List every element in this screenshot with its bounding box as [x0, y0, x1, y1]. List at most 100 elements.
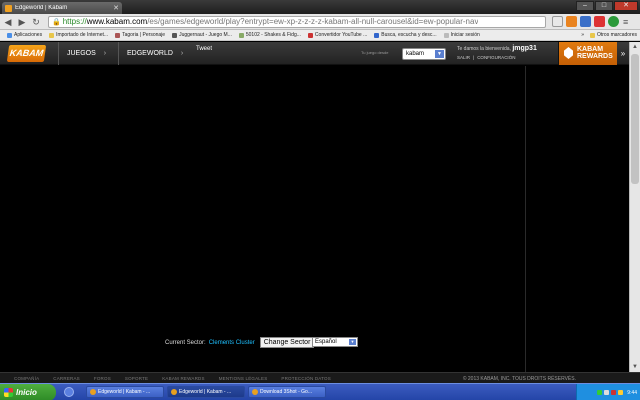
footer-link[interactable]: FOROS — [94, 376, 111, 381]
current-sector-label: Current Sector: — [165, 339, 206, 346]
bookmark-item[interactable]: Aplicaciones — [7, 32, 42, 38]
browser-tab[interactable]: Edgeworld | Kabam ✕ — [2, 2, 122, 14]
bookmark-item[interactable]: Tagoria | Personaje — [115, 32, 165, 38]
reload-icon[interactable]: ↻ — [30, 16, 42, 28]
nav-juegos[interactable]: JUEGOS › — [58, 42, 118, 65]
welcome-text: Te damos la bienvenida, jmgp31 — [457, 45, 537, 52]
bookmark-item[interactable]: Juggernaut - Juego M... — [172, 32, 232, 38]
current-sector-value[interactable]: Clements Cluster — [209, 340, 255, 346]
page-footer: COMPAÑÍA CARRERAS FOROS SOPORTE KABAM RE… — [0, 372, 640, 383]
kabam-favicon-icon — [5, 4, 12, 12]
scroll-down-icon[interactable]: ▼ — [630, 362, 640, 372]
footer-link[interactable]: CARRERAS — [53, 376, 80, 381]
page-scrollbar[interactable]: ▲ ▼ — [629, 42, 640, 372]
tweet-button[interactable]: Tweet — [196, 46, 212, 52]
bookmark-label: Juggernaut - Juego M... — [179, 32, 232, 38]
game-divider — [525, 66, 526, 372]
nav-edgeworld[interactable]: EDGEWORLD › — [118, 42, 188, 65]
game-canvas[interactable] — [0, 66, 629, 372]
music-icon — [374, 32, 380, 38]
logout-link[interactable]: SALIR — [457, 55, 470, 60]
more-bookmarks-button[interactable]: » — [581, 32, 584, 38]
rewards-line1: KABAM — [577, 46, 604, 53]
url-domain: www.kabam.com — [86, 17, 148, 26]
kabam-logo[interactable]: KABAM — [6, 45, 47, 62]
footer-link[interactable]: MENTIONS LÉGALES — [219, 376, 268, 381]
language-select[interactable]: Español ▼ — [312, 337, 358, 347]
game-source-label: Tu juego desde — [361, 50, 389, 55]
kabam-rewards-button[interactable]: KABAM REWARDS — [558, 42, 617, 65]
extension-icon[interactable] — [566, 16, 577, 27]
rewards-line2: REWARDS — [577, 53, 613, 60]
tab-title: Edgeworld | Kabam — [15, 5, 68, 11]
bookmark-label: Importado de Internet... — [56, 32, 109, 38]
menu-icon[interactable]: ≡ — [623, 17, 628, 27]
folder-icon — [49, 32, 55, 38]
extension-green-icon[interactable] — [608, 16, 619, 27]
chevron-right-icon: › — [103, 50, 107, 57]
footer-link[interactable]: PROTECCIÓN DATOS — [281, 376, 331, 381]
start-button[interactable]: Inicio — [0, 383, 56, 400]
window-controls: – □ ✕ — [576, 1, 638, 11]
nav-edgeworld-label: EDGEWORLD — [127, 50, 173, 57]
footer-link[interactable]: SOPORTE — [125, 376, 148, 381]
bookmark-item[interactable]: Iniciar sesión — [443, 32, 480, 38]
bookmark-item[interactable]: Convertidor YouTube ... — [307, 32, 368, 38]
scroll-up-icon[interactable]: ▲ — [630, 42, 640, 52]
network-icon[interactable] — [597, 390, 603, 395]
shakes-icon — [238, 32, 244, 38]
footer-link[interactable]: KABAM REWARDS — [162, 376, 204, 381]
maximize-button[interactable]: □ — [595, 1, 613, 11]
translate-icon[interactable] — [580, 16, 591, 27]
footer-link[interactable]: COMPAÑÍA — [14, 376, 39, 381]
bookmark-label: 50102 - Shakes & Fidg... — [245, 32, 301, 38]
user-links: SALIR | CONFIGURACIÓN — [457, 55, 515, 60]
juggernaut-icon — [172, 32, 178, 38]
back-icon[interactable]: ◀ — [2, 16, 14, 28]
game-source-select[interactable]: kabam ▼ — [402, 48, 446, 60]
taskbar-item[interactable]: Download 3Shot - Go... — [248, 386, 326, 398]
taskbar-item[interactable]: Edgeworld | Kabam - ... — [86, 386, 164, 398]
notification-icon[interactable] — [618, 390, 624, 395]
kabam-navbar: KABAM JUEGOS › EDGEWORLD › Tweet Tu jueg… — [0, 42, 629, 65]
collapse-button[interactable]: » — [617, 42, 629, 65]
settings-link[interactable]: CONFIGURACIÓN — [477, 55, 515, 60]
url-scheme: https:// — [62, 17, 87, 26]
bookmark-item[interactable]: Importado de Internet... — [49, 32, 108, 38]
start-label: Inicio — [16, 387, 37, 397]
bookmark-label: Iniciar sesión — [450, 32, 480, 38]
folder-icon — [589, 32, 595, 38]
bookmark-item[interactable]: Busca, escucha y desc... — [374, 32, 437, 38]
system-tray: 9:44 — [576, 384, 640, 400]
close-tab-icon[interactable]: ✕ — [113, 4, 119, 12]
security-icon[interactable] — [611, 390, 617, 395]
windows-taskbar: Inicio Edgeworld | Kabam - ... Edgeworld… — [0, 383, 640, 400]
minimize-button[interactable]: – — [576, 1, 594, 11]
chrome-icon — [252, 389, 258, 395]
address-bar[interactable]: 🔒 https:// www.kabam.com /es/games/edgew… — [48, 15, 546, 28]
browser-toolbar: ◀ ▶ ↻ 🔒 https:// www.kabam.com /es/games… — [0, 14, 640, 30]
bookmark-label: Convertidor YouTube ... — [314, 32, 368, 38]
taskbar-item-label: Download 3Shot - Go... — [260, 389, 312, 395]
copyright: © 2013 KABAM, INC. TOUS DROITS RÉSERVÉS. — [462, 376, 576, 382]
bookmark-label: Aplicaciones — [14, 32, 43, 38]
chrome-icon — [171, 389, 177, 395]
forward-icon[interactable]: ▶ — [16, 16, 28, 28]
close-window-button[interactable]: ✕ — [614, 1, 638, 11]
bookmark-item[interactable]: 50102 - Shakes & Fidg... — [238, 32, 301, 38]
change-sector-button[interactable]: Change Sector — [259, 337, 315, 348]
separator: | — [473, 55, 475, 60]
windows-logo-icon — [4, 387, 13, 397]
bookmark-star-icon[interactable] — [552, 16, 563, 27]
taskbar-item-label: Edgeworld | Kabam - ... — [179, 389, 232, 395]
taskbar-item[interactable]: Edgeworld | Kabam - ... — [167, 386, 245, 398]
adblock-icon[interactable] — [594, 16, 605, 27]
lock-icon: 🔒 — [52, 18, 61, 26]
apps-icon — [7, 32, 12, 38]
quick-launch-icon[interactable] — [64, 387, 74, 397]
other-bookmarks[interactable]: Otros marcadores — [597, 32, 637, 38]
language-value: Español — [315, 339, 337, 345]
volume-icon[interactable] — [604, 390, 610, 395]
scroll-thumb[interactable] — [631, 54, 639, 184]
login-icon — [443, 32, 449, 38]
